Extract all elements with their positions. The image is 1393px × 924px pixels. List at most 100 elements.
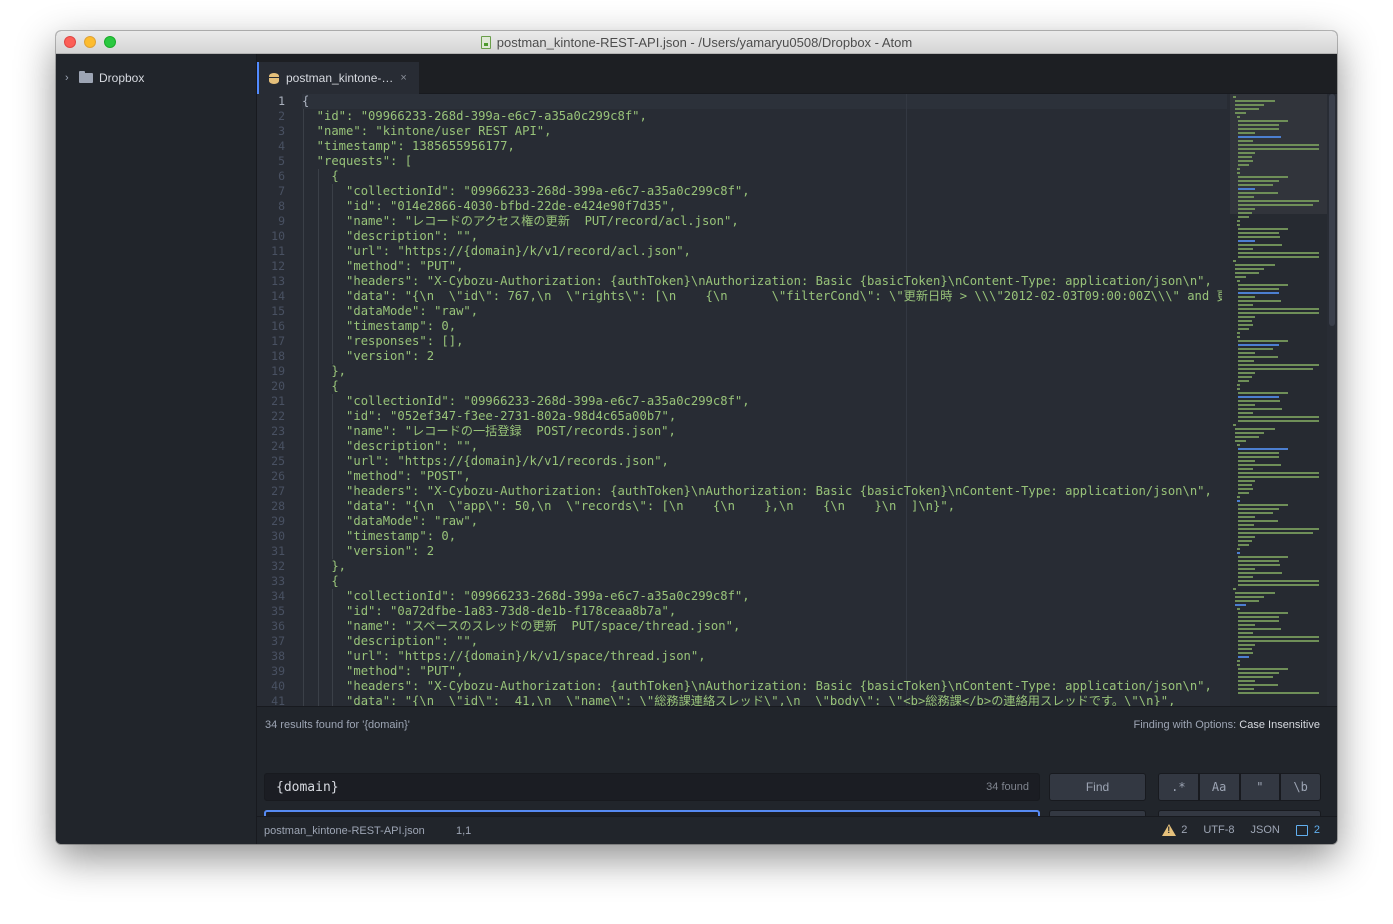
code-line[interactable]: "name": "kintone/user REST API", — [302, 124, 552, 139]
code-line[interactable]: { — [302, 94, 309, 109]
code-line[interactable]: "url": "https://{domain}/k/v1/record/acl… — [302, 244, 691, 259]
find-button[interactable]: Find — [1049, 773, 1146, 801]
line-number[interactable]: 39 — [271, 664, 285, 679]
code-line[interactable]: "timestamp": 0, — [302, 319, 456, 334]
regex-option-button[interactable]: .* — [1158, 773, 1199, 801]
code-line[interactable]: "description": "", — [302, 439, 478, 454]
code-line[interactable]: "data": "{\n \"id\": 767,\n \"rights\": … — [302, 289, 1222, 304]
line-number[interactable]: 18 — [271, 349, 285, 364]
code-line[interactable]: "dataMode": "raw", — [302, 304, 478, 319]
code-line[interactable]: "method": "PUT", — [302, 664, 463, 679]
line-number[interactable]: 25 — [271, 454, 285, 469]
tab-postman-json[interactable]: postman_kintone-… × — [257, 62, 419, 94]
warning-icon[interactable] — [1162, 824, 1177, 836]
code-line[interactable]: { — [302, 574, 338, 589]
line-number[interactable]: 23 — [271, 424, 285, 439]
line-number[interactable]: 21 — [271, 394, 285, 409]
code-line[interactable]: "id": "052ef347-f3ee-2731-802a-98d4c65a0… — [302, 409, 676, 424]
line-number[interactable]: 14 — [271, 289, 285, 304]
code-line[interactable]: "responses": [], — [302, 334, 463, 349]
line-number[interactable]: 2 — [278, 109, 285, 124]
find-field[interactable]: 34 found — [264, 773, 1040, 801]
line-number[interactable]: 16 — [271, 319, 285, 334]
code-line[interactable]: "name": "スペースのスレッドの更新 PUT/space/thread.j… — [302, 619, 740, 634]
whole-word-option-button[interactable]: \b — [1280, 773, 1321, 801]
code-line[interactable]: "name": "レコードの一括登録 POST/records.json", — [302, 424, 676, 439]
status-packages[interactable]: 2 — [1295, 824, 1320, 836]
line-number[interactable]: 9 — [278, 214, 285, 229]
code-line[interactable]: "timestamp": 0, — [302, 529, 456, 544]
line-number-gutter[interactable]: 1 2 3 4 5 6 7 8 9 10 11 12 13 14 15 16 17 18 19 20 21 22 23 24 2… — [257, 94, 297, 706]
line-number[interactable]: 35 — [271, 604, 285, 619]
line-number[interactable]: 3 — [278, 124, 285, 139]
code-line[interactable]: "version": 2 — [302, 349, 434, 364]
line-number[interactable]: 32 — [271, 559, 285, 574]
code-line[interactable]: "method": "POST", — [302, 469, 471, 484]
status-encoding[interactable]: UTF-8 — [1203, 824, 1234, 836]
line-number[interactable]: 41 — [271, 694, 285, 706]
line-number[interactable]: 40 — [271, 679, 285, 694]
code-line[interactable]: }, — [302, 559, 346, 574]
code-line[interactable]: "description": "", — [302, 634, 478, 649]
line-number[interactable]: 36 — [271, 619, 285, 634]
line-number[interactable]: 33 — [271, 574, 285, 589]
line-number[interactable]: 4 — [278, 139, 285, 154]
code-line[interactable]: "version": 2 — [302, 544, 434, 559]
code-line[interactable]: { — [302, 379, 338, 394]
line-number[interactable]: 38 — [271, 649, 285, 664]
code-line[interactable]: }, — [302, 364, 346, 379]
find-input[interactable] — [265, 774, 1039, 800]
minimap[interactable] — [1230, 94, 1327, 706]
line-number[interactable]: 22 — [271, 409, 285, 424]
line-number[interactable]: 37 — [271, 634, 285, 649]
status-warning-count[interactable]: 2 — [1181, 824, 1187, 836]
code-line[interactable]: "dataMode": "raw", — [302, 514, 478, 529]
status-cursor-position[interactable]: 1,1 — [456, 825, 471, 837]
code-line[interactable]: "data": "{\n \"app\": 50,\n \"records\":… — [302, 499, 955, 514]
line-number[interactable]: 8 — [278, 199, 285, 214]
tab-close-icon[interactable]: × — [400, 72, 406, 84]
line-number[interactable]: 29 — [271, 514, 285, 529]
line-number[interactable]: 10 — [271, 229, 285, 244]
code-line[interactable]: "id": "014e2866-4030-bfbd-22de-e424e90f7… — [302, 199, 676, 214]
line-number[interactable]: 27 — [271, 484, 285, 499]
line-number[interactable]: 24 — [271, 439, 285, 454]
status-file-path[interactable]: postman_kintone-REST-API.json — [264, 825, 425, 837]
in-selection-option-button[interactable]: " — [1239, 773, 1281, 801]
code-line[interactable]: "collectionId": "09966233-268d-399a-e6c7… — [302, 184, 750, 199]
code-line[interactable]: "headers": "X-Cybozu-Authorization: {aut… — [302, 484, 1212, 499]
line-number[interactable]: 30 — [271, 529, 285, 544]
line-number[interactable]: 17 — [271, 334, 285, 349]
line-number[interactable]: 11 — [271, 244, 285, 259]
code-line[interactable]: "url": "https://{domain}/k/v1/records.js… — [302, 454, 669, 469]
line-number[interactable]: 1 — [278, 94, 285, 109]
line-number[interactable]: 34 — [271, 589, 285, 604]
code-line[interactable]: "method": "PUT", — [302, 259, 463, 274]
line-number[interactable]: 31 — [271, 544, 285, 559]
text-editor[interactable]: 1 2 3 4 5 6 7 8 9 10 11 12 13 14 15 16 17 18 19 20 21 22 23 24 2… — [257, 94, 1337, 706]
line-number[interactable]: 19 — [271, 364, 285, 379]
case-sensitive-option-button[interactable]: Aa — [1198, 773, 1240, 801]
vertical-scrollbar[interactable] — [1327, 94, 1337, 706]
line-number[interactable]: 5 — [278, 154, 285, 169]
code-line[interactable]: "timestamp": 1385655956177, — [302, 139, 515, 154]
status-grammar[interactable]: JSON — [1251, 824, 1280, 836]
tree-root-dropbox[interactable]: › Dropbox — [56, 68, 257, 88]
code-line[interactable]: "description": "", — [302, 229, 478, 244]
line-number[interactable]: 6 — [278, 169, 285, 184]
chevron-right-icon[interactable]: › — [65, 72, 75, 84]
line-number[interactable]: 15 — [271, 304, 285, 319]
code-line[interactable]: "headers": "X-Cybozu-Authorization: {aut… — [302, 274, 1212, 289]
code-line[interactable]: "name": "レコードのアクセス権の更新 PUT/record/acl.js… — [302, 214, 739, 229]
code-line[interactable]: "id": "0a72dfbe-1a83-73d8-de1b-f178ceaa8… — [302, 604, 676, 619]
line-number[interactable]: 12 — [271, 259, 285, 274]
line-number[interactable]: 20 — [271, 379, 285, 394]
code-line[interactable]: "headers": "X-Cybozu-Authorization: {aut… — [302, 679, 1212, 694]
code-line[interactable]: "data": "{\n \"id\": 41,\n \"name\": \"総… — [302, 694, 1175, 706]
line-number[interactable]: 7 — [278, 184, 285, 199]
code-line[interactable]: "collectionId": "09966233-268d-399a-e6c7… — [302, 589, 750, 604]
code-line[interactable]: "url": "https://{domain}/k/v1/space/thre… — [302, 649, 706, 664]
code-line[interactable]: { — [302, 169, 338, 184]
code-area[interactable]: { "id": "09966233-268d-399a-e6c7-a35a0c2… — [302, 94, 1222, 706]
line-number[interactable]: 26 — [271, 469, 285, 484]
